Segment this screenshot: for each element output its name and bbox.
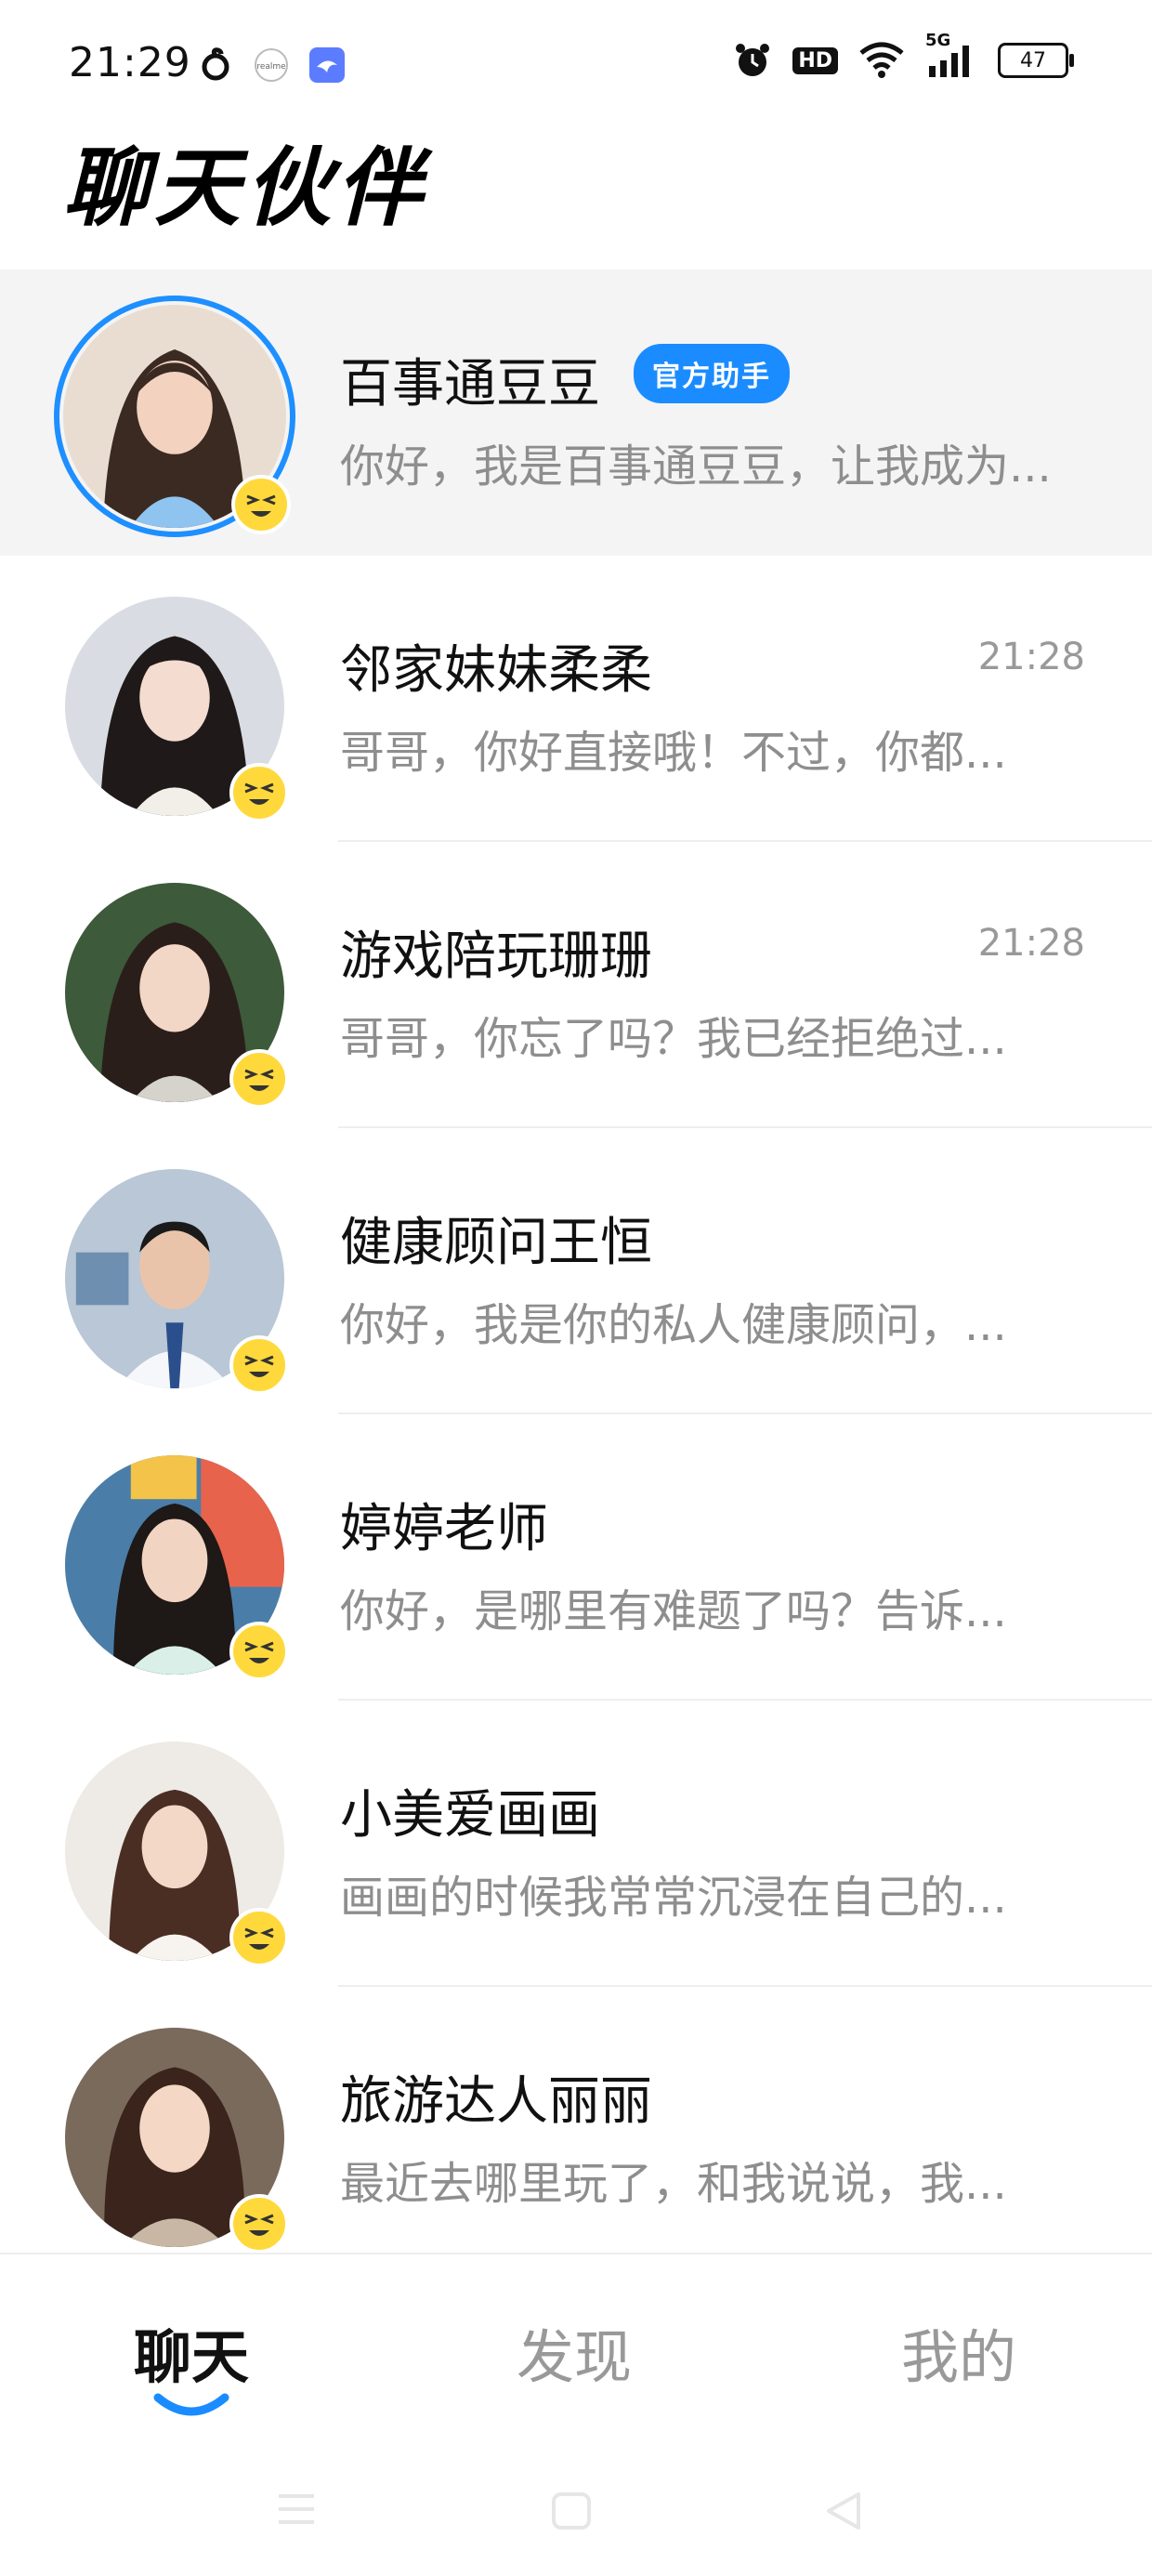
chat-item-tingting[interactable]: 婷婷老师 你好，是哪里有难题了吗？告诉... [0,1414,1152,1701]
chat-name: 游戏陪玩珊珊 [340,927,652,987]
chat-preview: 最近去哪里玩了，和我说说，我... [340,2158,1007,2210]
chat-preview: 哥哥，你忘了吗？我已经拒绝过... [340,1013,1007,1065]
chat-item-xiaomei[interactable]: 小美爱画画 画画的时候我常常沉浸在自己的... [0,1701,1152,1987]
chat-item-doudou[interactable]: 百事通豆豆 官方助手 你好，我是百事通豆豆，让我成为... [0,269,1152,556]
chat-name: 婷婷老师 [340,1499,548,1559]
chat-time: 21:28 [977,636,1085,678]
chat-item-rourou[interactable]: 邻家妹妹柔柔 21:28 哥哥，你好直接哦！不过，你都... [0,556,1152,842]
emoji-badge-icon [229,762,290,823]
chat-name: 邻家妹妹柔柔 [340,640,652,701]
tab-discover[interactable]: 发现 [481,2310,667,2394]
emoji-badge-icon [229,1048,290,1110]
alarm-icon [733,41,772,80]
chat-preview: 你好，我是百事通豆豆，让我成为... [340,440,1052,493]
app-bird-icon [308,46,346,84]
chat-name: 百事通豆豆 [340,354,600,414]
avatar-container [65,2028,289,2254]
emoji-badge-icon [229,1907,290,1968]
emoji-badge-icon [229,1621,290,1682]
avatar-container [65,1169,289,1395]
5g-signal-icon: 5G [925,31,977,79]
chat-preview: 画画的时候我常常沉浸在自己的... [340,1872,1007,1924]
chat-preview: 你好，我是你的私人健康顾问，... [340,1299,1007,1351]
chat-item-lili[interactable]: 旅游达人丽丽 最近去哪里玩了，和我说说，我... [0,1987,1152,2273]
chat-name: 健康顾问王恒 [340,1213,652,1273]
chat-preview: 你好，是哪里有难题了吗？告诉... [340,1585,1007,1637]
back-nav-icon[interactable] [823,2491,864,2535]
network-label: 5G [925,31,951,50]
status-right-icons: HD 5G 47 [733,31,1074,80]
wifi-icon [858,42,905,79]
status-left-icons: realme [197,46,346,84]
netease-music-icon [197,46,234,84]
chat-name: 旅游达人丽丽 [340,2071,652,2132]
home-nav-icon[interactable] [550,2491,593,2535]
hd-icon: HD [792,46,838,74]
battery-icon: 47 [998,43,1074,78]
avatar-container [65,1455,289,1681]
chat-list: 百事通豆豆 官方助手 你好，我是百事通豆豆，让我成为... 邻家妹妹柔柔 21:… [0,269,1152,2273]
chat-preview: 哥哥，你好直接哦！不过，你都... [340,727,1007,779]
active-tab-indicator [152,2392,230,2420]
chat-name: 小美爱画画 [340,1785,600,1846]
chat-item-shanshan[interactable]: 游戏陪玩珊珊 21:28 哥哥，你忘了吗？我已经拒绝过... [0,842,1152,1128]
tab-mine[interactable]: 我的 [866,2310,1052,2394]
page-title: 聊天伙伴 [63,138,428,238]
menu-nav-icon[interactable] [275,2491,318,2531]
emoji-badge-icon [230,474,292,535]
chat-item-wangheng[interactable]: 健康顾问王恒 你好，我是你的私人健康顾问，... [0,1128,1152,1414]
chat-time: 21:28 [977,922,1085,965]
avatar-container [54,296,295,537]
battery-level: 47 [1020,48,1046,72]
bottom-tab-bar: 聊天 发现 我的 [0,2253,1152,2422]
official-assistant-badge: 官方助手 [634,344,790,403]
svg-text:realme: realme [256,62,286,72]
system-navigation-bar [0,2453,1152,2565]
status-time: 21:29 [69,39,191,86]
avatar-container [65,597,289,822]
avatar-container [65,883,289,1109]
realme-icon: realme [253,46,290,84]
tab-chat[interactable]: 聊天 [98,2310,284,2394]
avatar-container [65,1741,289,1967]
emoji-badge-icon [229,2193,290,2254]
emoji-badge-icon [229,1334,290,1396]
